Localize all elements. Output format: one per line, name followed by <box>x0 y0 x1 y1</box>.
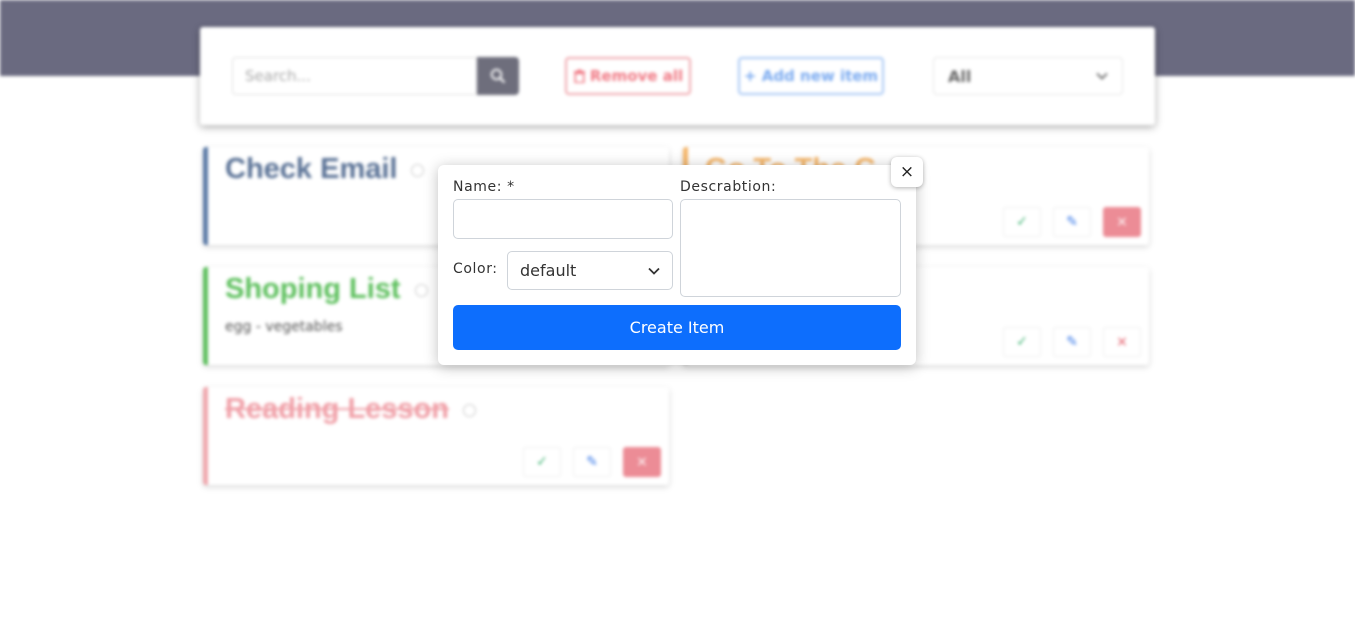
check-icon: ✓ <box>1016 334 1028 350</box>
edit-button[interactable]: ✎ <box>1053 327 1091 357</box>
search-group: Search... <box>232 57 519 95</box>
chevron-down-icon <box>648 267 660 275</box>
complete-button[interactable]: ✓ <box>1003 327 1041 357</box>
card-actions: ✓ ✎ × <box>1003 207 1141 237</box>
info-icon[interactable] <box>411 163 425 177</box>
description-label: Descrabtion: <box>680 179 777 195</box>
card-description: egg - vegetables <box>225 319 343 335</box>
info-icon[interactable] <box>463 403 476 417</box>
edit-icon: ✎ <box>1066 214 1078 230</box>
create-item-button[interactable]: Create Item <box>453 305 901 350</box>
card-title: Reading Lesson <box>225 393 476 426</box>
remove-all-button[interactable]: Remove all <box>565 57 691 95</box>
card-title-text: Shoping List <box>225 273 401 305</box>
card-actions: ✓ ✎ × <box>523 447 661 477</box>
edit-icon: ✎ <box>586 454 598 470</box>
color-value: default <box>520 261 577 280</box>
todo-card: Reading Lesson ✓ ✎ × <box>203 387 669 485</box>
name-input[interactable] <box>453 199 673 239</box>
chevron-down-icon <box>1096 72 1108 80</box>
search-icon <box>490 68 506 84</box>
remove-all-label: Remove all <box>589 67 684 85</box>
close-icon: × <box>1116 214 1128 230</box>
info-icon[interactable] <box>414 283 428 297</box>
modal-close-button[interactable]: × <box>891 157 923 187</box>
create-item-modal: × Name: * Descrabtion: Color: default Cr… <box>438 157 923 365</box>
check-icon: ✓ <box>536 454 548 470</box>
color-label: Color: <box>453 261 498 277</box>
card-title-text: Check Email <box>225 153 398 185</box>
add-new-label: + Add new item <box>743 67 879 85</box>
filter-select[interactable]: All <box>933 57 1123 95</box>
complete-button[interactable]: ✓ <box>1003 207 1041 237</box>
edit-button[interactable]: ✎ <box>1053 207 1091 237</box>
add-new-item-button[interactable]: + Add new item <box>738 57 884 95</box>
create-item-label: Create Item <box>629 318 725 337</box>
filter-value: All <box>948 66 972 86</box>
complete-button[interactable]: ✓ <box>523 447 561 477</box>
card-title: Check Email <box>225 153 425 186</box>
close-icon: × <box>1116 334 1128 350</box>
card-title-text: Reading Lesson <box>225 393 449 425</box>
check-icon: ✓ <box>1016 214 1028 230</box>
card-actions: ✓ ✎ × <box>1003 327 1141 357</box>
toolbar: Search... Remove all + Add new item All <box>200 27 1155 125</box>
delete-button[interactable]: × <box>1103 327 1141 357</box>
delete-button[interactable]: × <box>1103 207 1141 237</box>
trash-icon <box>573 69 585 83</box>
edit-button[interactable]: ✎ <box>573 447 611 477</box>
close-icon: × <box>636 454 648 470</box>
delete-button[interactable]: × <box>623 447 661 477</box>
search-input[interactable]: Search... <box>232 57 477 95</box>
search-placeholder: Search... <box>245 67 311 85</box>
name-label: Name: * <box>453 179 515 195</box>
card-title: Shoping List <box>225 273 428 306</box>
close-icon: × <box>899 162 915 182</box>
description-textarea[interactable] <box>680 199 901 297</box>
edit-icon: ✎ <box>1066 334 1078 350</box>
color-select[interactable]: default <box>507 251 673 290</box>
search-button[interactable] <box>477 57 519 95</box>
